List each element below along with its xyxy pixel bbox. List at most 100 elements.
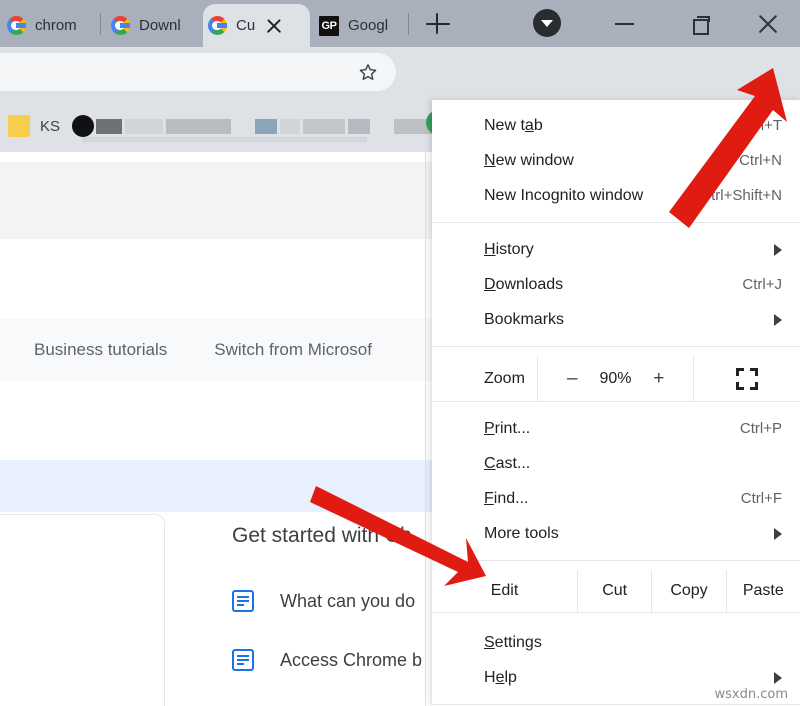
menu-separator (432, 346, 800, 347)
bookmark-item[interactable] (255, 119, 277, 134)
restore-icon (693, 16, 708, 31)
watermark: wsxdn.com (715, 687, 789, 702)
bookmark-item[interactable] (373, 119, 391, 134)
menu-item-print[interactable]: Print... Ctrl+P (432, 411, 800, 446)
edit-label: Edit (432, 570, 577, 612)
menu-item-find[interactable]: Find... Ctrl+F (432, 481, 800, 516)
menu-item-label: More tools (484, 525, 764, 543)
cut-button[interactable]: Cut (577, 570, 651, 612)
zoom-out-button[interactable]: – (559, 368, 585, 390)
maximize-button[interactable] (677, 0, 723, 47)
browser-toolbar: ID 21 G K ✛ 7 (0, 47, 800, 100)
paste-button[interactable]: Paste (726, 570, 800, 612)
bookmark-item[interactable] (96, 119, 122, 134)
copy-button[interactable]: Copy (651, 570, 725, 612)
bookmark-item[interactable] (234, 119, 252, 134)
menu-separator (432, 560, 800, 561)
menu-item-accel: Ctrl+F (741, 490, 782, 507)
bookmark-star-icon[interactable] (357, 62, 379, 83)
bookmark-item[interactable] (303, 119, 345, 134)
menu-item-label: Downloads (484, 276, 742, 294)
menu-item-label: Find... (484, 490, 741, 508)
menu-item-new-window[interactable]: New window Ctrl+N (432, 143, 800, 178)
list-item-label: What can you do (280, 591, 415, 612)
bookmarks-redacted-group (72, 115, 439, 137)
zoom-in-button[interactable]: + (646, 368, 672, 390)
menu-item-downloads[interactable]: Downloads Ctrl+J (432, 267, 800, 302)
tab-separator (408, 13, 409, 35)
close-button[interactable] (745, 0, 791, 47)
menu-item-accel: Ctrl+P (740, 420, 782, 437)
tab-strip: chrom Downl Cu GP Googl (0, 0, 800, 47)
get-started-list: What can you do Access Chrome b Set up C… (232, 577, 432, 706)
tab-label: chrom (35, 17, 77, 34)
menu-item-label: Bookmarks (484, 311, 764, 329)
menu-item-label: New tab (484, 117, 741, 135)
menu-item-settings[interactable]: Settings (432, 625, 800, 660)
bookmark-item-favicon[interactable] (72, 115, 94, 137)
tab-downloads[interactable]: Downl (106, 4, 201, 47)
menu-item-accel: Ctrl+J (742, 276, 782, 293)
menu-separator (432, 612, 800, 613)
tab-label: Cu (236, 17, 255, 34)
google-g-icon (6, 16, 26, 36)
fullscreen-icon (736, 368, 758, 390)
menu-zoom-row: Zoom – 90% + (432, 356, 800, 401)
chevron-right-icon (774, 672, 782, 684)
list-item[interactable]: Set up Chrome bro (232, 695, 432, 706)
bookmark-folder-icon[interactable] (8, 115, 30, 137)
bookmark-folder-label[interactable]: KS (40, 118, 60, 135)
list-item-label: Access Chrome b (280, 650, 422, 671)
page-nav-link-business-tutorials[interactable]: Business tutorials (34, 340, 167, 360)
zoom-label: Zoom (432, 356, 537, 401)
bookmark-redaction-underline (82, 137, 367, 142)
page-column-divider (425, 152, 426, 706)
menu-item-new-incognito-window[interactable]: New Incognito window Ctrl+Shift+N (432, 178, 800, 213)
menu-item-bookmarks[interactable]: Bookmarks (432, 302, 800, 337)
tab-close-icon[interactable] (263, 15, 285, 37)
list-item[interactable]: What can you do (232, 577, 432, 625)
close-icon (756, 12, 780, 36)
menu-item-label: Cast... (484, 455, 782, 473)
tab-search-icon[interactable] (533, 9, 561, 37)
tab-google[interactable]: GP Googl (315, 4, 405, 47)
document-icon (232, 649, 254, 671)
page-title: Get started with Ch (232, 524, 412, 548)
chevron-right-icon (774, 528, 782, 540)
bookmark-item[interactable] (348, 119, 370, 134)
google-g-icon (207, 16, 227, 36)
fullscreen-button[interactable] (694, 356, 800, 401)
tab-label: Googl (348, 17, 388, 34)
menu-item-label: New Incognito window (484, 187, 700, 205)
zoom-controls: – 90% + (537, 356, 694, 401)
menu-item-label: Settings (484, 634, 782, 652)
bookmark-item[interactable] (125, 119, 163, 134)
menu-separator (432, 222, 800, 223)
gp-icon: GP (319, 16, 339, 36)
menu-item-history[interactable]: History (432, 232, 800, 267)
chevron-right-icon (774, 244, 782, 256)
menu-item-label: History (484, 241, 764, 259)
menu-edit-row: Edit Cut Copy Paste (432, 570, 800, 612)
tab-separator (100, 13, 101, 35)
minimize-button[interactable] (601, 0, 647, 47)
menu-separator (432, 704, 800, 705)
menu-item-accel: Ctrl+Shift+N (700, 187, 782, 204)
tab-chrome[interactable]: chrom (2, 4, 98, 47)
browser-window: Business tutorials Switch from Microsof … (0, 0, 800, 706)
minimize-icon (615, 23, 634, 25)
new-tab-button[interactable] (425, 11, 451, 37)
bookmark-item[interactable] (166, 119, 231, 134)
menu-item-cast[interactable]: Cast... (432, 446, 800, 481)
tab-customize[interactable]: Cu (203, 4, 310, 47)
document-icon (232, 590, 254, 612)
bookmark-item[interactable] (280, 119, 300, 134)
menu-item-label: Print... (484, 420, 740, 438)
page-nav-link-switch-from-microsoft[interactable]: Switch from Microsof (214, 340, 372, 360)
zoom-level-value: 90% (599, 370, 631, 388)
menu-item-accel: Ctrl+N (739, 152, 782, 169)
list-item[interactable]: Access Chrome b (232, 636, 432, 684)
menu-item-more-tools[interactable]: More tools (432, 516, 800, 551)
menu-item-new-tab[interactable]: New tab Ctrl+T (432, 108, 800, 143)
address-bar[interactable] (0, 53, 396, 91)
